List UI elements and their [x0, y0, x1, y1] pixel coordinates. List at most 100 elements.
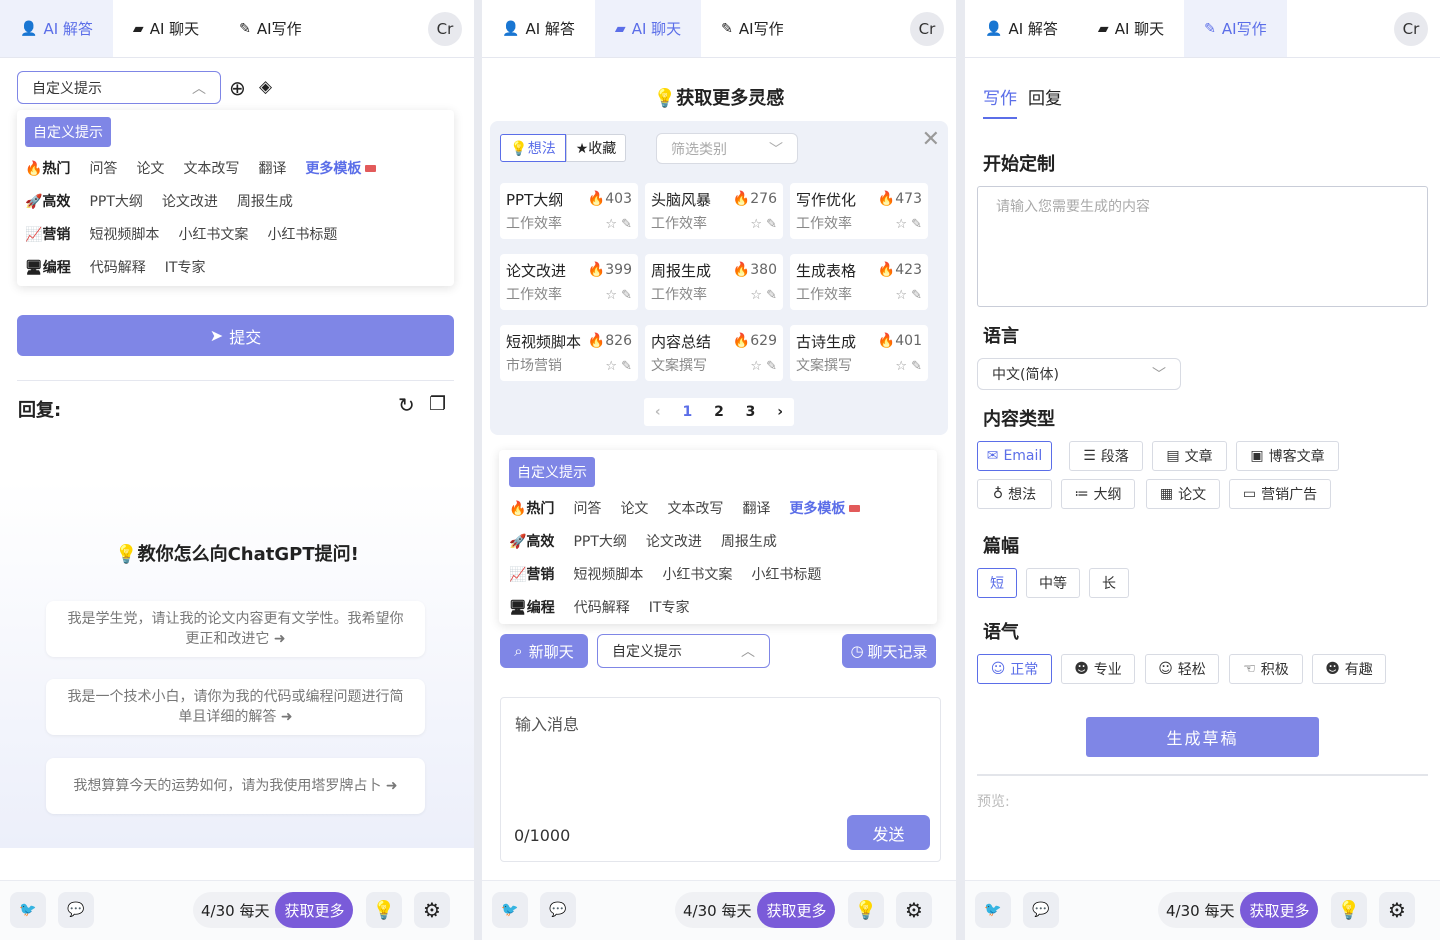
prompt-select[interactable]: 自定义提示 ︿ — [17, 71, 221, 104]
template-item[interactable]: 小红书文案 — [662, 564, 732, 584]
template-item[interactable]: 小红书标题 — [751, 564, 821, 584]
template-item[interactable]: 小红书文案 — [178, 224, 248, 244]
tab-ai-answer[interactable]: 👤 AI 解答 — [965, 0, 1078, 57]
star-edit-icons[interactable]: ☆ ✎ — [895, 217, 922, 232]
message-input[interactable]: 输入消息 0/1000 发送 — [500, 697, 941, 862]
type-email[interactable]: ✉ Email — [977, 441, 1052, 471]
chevron-right-icon[interactable]: › — [777, 404, 783, 420]
template-item[interactable]: 论文改进 — [162, 191, 218, 211]
type-outline[interactable]: ≔ 大纲 — [1061, 479, 1135, 509]
gear-icon[interactable]: ⚙ — [414, 892, 450, 928]
template-item[interactable]: 短视频脚本 — [89, 224, 159, 244]
template-item[interactable]: 文本改写 — [667, 498, 723, 518]
star-edit-icons[interactable]: ☆ ✎ — [750, 217, 777, 232]
template-item[interactable]: 翻译 — [742, 498, 770, 518]
type-idea[interactable]: ♁ 想法 — [977, 479, 1052, 509]
chevron-left-icon[interactable]: ‹ — [655, 404, 661, 420]
lightbulb-icon[interactable]: 💡 — [366, 892, 402, 928]
template-item[interactable]: 小红书标题 — [267, 224, 337, 244]
length-long[interactable]: 长 — [1089, 568, 1129, 598]
template-item[interactable]: 代码解释 — [90, 257, 146, 277]
type-paragraph[interactable]: ☰ 段落 — [1069, 441, 1143, 471]
gear-icon[interactable]: ⚙ — [1379, 892, 1415, 928]
suggestion-card[interactable]: 我想算算今天的运势如何，请为我使用塔罗牌占卜 ➜ — [46, 758, 425, 814]
tab-ai-chat[interactable]: ▰ AI 聊天 — [1078, 0, 1184, 57]
template-item[interactable]: 论文 — [136, 158, 164, 178]
idea-card[interactable]: 周报生成 🔥380 工作效率 ☆ ✎ — [645, 254, 783, 310]
star-edit-icons[interactable]: ☆ ✎ — [605, 217, 632, 232]
tab-ai-write[interactable]: ✎ AI写作 — [701, 0, 803, 57]
template-item[interactable]: 周报生成 — [237, 191, 293, 211]
tab-ai-chat[interactable]: ▰ AI 聊天 — [594, 0, 702, 57]
template-item[interactable]: 论文 — [620, 498, 648, 518]
idea-card[interactable]: 短视频脚本 🔥826 市场营销 ☆ ✎ — [500, 325, 638, 381]
page-link[interactable]: 1 — [683, 404, 693, 420]
generate-draft-button[interactable]: 生成草稿 — [1086, 717, 1319, 757]
get-more-button[interactable]: 获取更多 — [275, 892, 354, 928]
new-chat-button[interactable]: ⌕ 新聊天 — [500, 634, 588, 668]
tone-positive[interactable]: ☜ 积极 — [1229, 654, 1303, 684]
copy-icon[interactable]: ❐ — [429, 393, 446, 415]
twitter-icon[interactable]: 🐦 — [10, 892, 46, 928]
avatar[interactable]: Cr — [910, 12, 944, 46]
wechat-icon[interactable]: 💬 — [58, 892, 94, 928]
star-edit-icons[interactable]: ☆ ✎ — [605, 359, 632, 374]
star-edit-icons[interactable]: ☆ ✎ — [750, 288, 777, 303]
layers-icon[interactable]: ◈ — [259, 77, 272, 97]
type-article[interactable]: ▤ 文章 — [1152, 441, 1227, 471]
type-ad[interactable]: ▭ 营销广告 — [1229, 479, 1331, 509]
idea-card[interactable]: 生成表格 🔥423 工作效率 ☆ ✎ — [790, 254, 928, 310]
wechat-icon[interactable]: 💬 — [540, 892, 576, 928]
tab-idea[interactable]: 💡想法 — [500, 134, 566, 162]
wechat-icon[interactable]: 💬 — [1023, 892, 1059, 928]
category-filter[interactable]: 筛选类别 ﹀ — [656, 133, 798, 164]
template-item[interactable]: 文本改写 — [183, 158, 239, 178]
page-link[interactable]: 2 — [714, 404, 724, 420]
refresh-icon[interactable]: ↻ — [398, 393, 415, 417]
content-input[interactable]: 请输入您需要生成的内容 — [977, 186, 1428, 307]
tab-ai-write[interactable]: ✎ AI写作 — [219, 0, 321, 57]
lightbulb-icon[interactable]: 💡 — [848, 892, 884, 928]
idea-card[interactable]: 头脑风暴 🔥276 工作效率 ☆ ✎ — [645, 183, 783, 239]
more-templates-link[interactable]: 更多模板 — [305, 161, 361, 177]
subtab-write[interactable]: 写作 — [983, 84, 1017, 119]
template-item[interactable]: 问答 — [573, 498, 601, 518]
avatar[interactable]: Cr — [428, 12, 462, 46]
length-medium[interactable]: 中等 — [1026, 568, 1080, 598]
tab-ai-write[interactable]: ✎ AI写作 — [1184, 0, 1287, 57]
template-item[interactable]: IT专家 — [649, 597, 690, 617]
star-edit-icons[interactable]: ☆ ✎ — [895, 359, 922, 374]
twitter-icon[interactable]: 🐦 — [492, 892, 528, 928]
idea-card[interactable]: PPT大纲 🔥403 工作效率 ☆ ✎ — [500, 183, 638, 239]
get-more-button[interactable]: 获取更多 — [757, 892, 836, 928]
template-item[interactable]: PPT大纲 — [89, 191, 142, 211]
idea-card[interactable]: 内容总结 🔥629 文案撰写 ☆ ✎ — [645, 325, 783, 381]
template-item[interactable]: PPT大纲 — [573, 531, 626, 551]
avatar[interactable]: Cr — [1394, 12, 1428, 46]
template-item[interactable]: 翻译 — [258, 158, 286, 178]
template-item[interactable]: 代码解释 — [574, 597, 630, 617]
template-item[interactable]: 周报生成 — [721, 531, 777, 551]
star-edit-icons[interactable]: ☆ ✎ — [750, 359, 777, 374]
star-edit-icons[interactable]: ☆ ✎ — [895, 288, 922, 303]
twitter-icon[interactable]: 🐦 — [975, 892, 1011, 928]
get-more-button[interactable]: 获取更多 — [1240, 892, 1319, 928]
template-item[interactable]: 论文改进 — [646, 531, 702, 551]
lightbulb-icon[interactable]: 💡 — [1331, 892, 1367, 928]
subtab-reply[interactable]: 回复 — [1028, 84, 1062, 109]
length-short[interactable]: 短 — [977, 568, 1017, 598]
idea-card[interactable]: 古诗生成 🔥401 文案撰写 ☆ ✎ — [790, 325, 928, 381]
prompt-select[interactable]: 自定义提示 ︿ — [597, 634, 770, 668]
idea-card[interactable]: 论文改进 🔥399 工作效率 ☆ ✎ — [500, 254, 638, 310]
chat-history-button[interactable]: ◷ 聊天记录 — [842, 634, 936, 668]
page-link[interactable]: 3 — [746, 404, 756, 420]
type-essay[interactable]: ▦ 论文 — [1146, 479, 1220, 509]
language-select[interactable]: 中文(简体) ﹀ — [977, 358, 1181, 390]
tone-professional[interactable]: ☻ 专业 — [1061, 654, 1135, 684]
template-item[interactable]: IT专家 — [165, 257, 206, 277]
template-item[interactable]: 问答 — [89, 158, 117, 178]
type-blog[interactable]: ▣ 博客文章 — [1236, 441, 1339, 471]
star-edit-icons[interactable]: ☆ ✎ — [605, 288, 632, 303]
idea-card[interactable]: 写作优化 🔥473 工作效率 ☆ ✎ — [790, 183, 928, 239]
tone-fun[interactable]: ☻ 有趣 — [1312, 654, 1386, 684]
